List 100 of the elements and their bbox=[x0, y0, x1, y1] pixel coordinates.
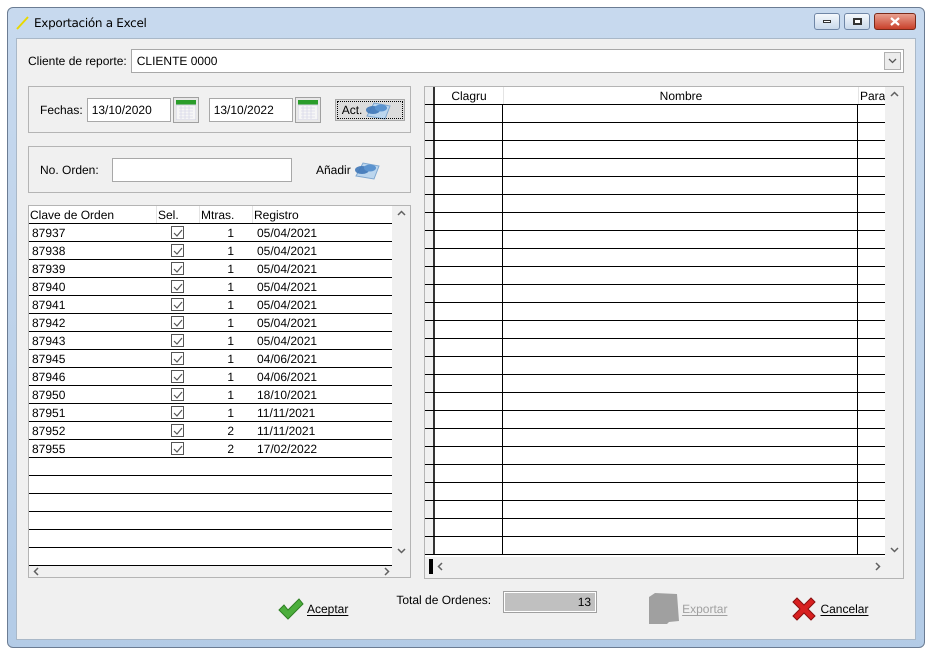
scroll-thumb[interactable] bbox=[429, 559, 433, 574]
refresh-button[interactable]: Act. bbox=[334, 98, 405, 120]
row-header[interactable] bbox=[425, 159, 435, 176]
empty-row[interactable] bbox=[425, 195, 885, 213]
empty-row[interactable] bbox=[425, 105, 885, 123]
empty-row[interactable] bbox=[425, 465, 885, 483]
row-checkbox[interactable] bbox=[171, 334, 184, 347]
order-row[interactable]: 87941 1 05/04/2021 bbox=[29, 296, 392, 314]
order-row[interactable]: 87955 2 17/02/2022 bbox=[29, 440, 392, 458]
row-header[interactable] bbox=[425, 123, 435, 140]
order-row[interactable]: 87940 1 05/04/2021 bbox=[29, 278, 392, 296]
table-cell-text: 1 bbox=[226, 260, 235, 278]
order-row[interactable]: 87942 1 05/04/2021 bbox=[29, 314, 392, 332]
empty-row[interactable] bbox=[425, 321, 885, 339]
empty-row[interactable] bbox=[425, 537, 885, 555]
order-row[interactable]: 87952 2 11/11/2021 bbox=[29, 422, 392, 440]
column-header[interactable]: Nombre bbox=[503, 87, 858, 104]
order-row[interactable]: 87939 1 05/04/2021 bbox=[29, 260, 392, 278]
table-cell-text: 87952 bbox=[31, 422, 66, 440]
order-label: No. Orden: bbox=[40, 162, 100, 178]
row-checkbox[interactable] bbox=[171, 262, 184, 275]
row-header[interactable] bbox=[425, 141, 435, 158]
from-date-field[interactable]: 13/10/2020 bbox=[86, 98, 171, 122]
row-checkbox[interactable] bbox=[171, 424, 184, 437]
row-header[interactable] bbox=[425, 411, 435, 428]
client-dropdown[interactable]: CLIENTE 0000 bbox=[130, 49, 904, 73]
close-button[interactable] bbox=[874, 12, 916, 30]
empty-row[interactable] bbox=[425, 267, 885, 285]
empty-row[interactable] bbox=[425, 519, 885, 537]
row-header[interactable] bbox=[425, 537, 435, 554]
empty-row[interactable] bbox=[425, 303, 885, 321]
row-header[interactable] bbox=[425, 285, 435, 302]
empty-row[interactable] bbox=[425, 339, 885, 357]
order-number-field[interactable] bbox=[112, 158, 292, 182]
order-row[interactable]: 87937 1 05/04/2021 bbox=[29, 224, 392, 242]
empty-row[interactable] bbox=[425, 429, 885, 447]
row-checkbox[interactable] bbox=[171, 406, 184, 419]
row-header[interactable] bbox=[425, 375, 435, 392]
maximize-button[interactable] bbox=[844, 12, 870, 30]
column-header[interactable]: Clagru bbox=[435, 87, 503, 104]
row-header[interactable] bbox=[425, 519, 435, 536]
row-checkbox[interactable] bbox=[171, 316, 184, 329]
row-checkbox[interactable] bbox=[171, 388, 184, 401]
row-header[interactable] bbox=[425, 321, 435, 338]
row-checkbox[interactable] bbox=[171, 280, 184, 293]
to-date-field[interactable]: 13/10/2022 bbox=[208, 98, 293, 122]
add-button[interactable]: Añadir bbox=[316, 160, 381, 180]
accept-button[interactable]: Aceptar bbox=[278, 598, 348, 620]
row-checkbox[interactable] bbox=[171, 442, 184, 455]
order-row[interactable]: 87951 1 11/11/2021 bbox=[29, 404, 392, 422]
order-row[interactable]: 87943 1 05/04/2021 bbox=[29, 332, 392, 350]
table-cell-text: 87943 bbox=[31, 332, 66, 350]
row-header[interactable] bbox=[425, 267, 435, 284]
row-checkbox[interactable] bbox=[171, 352, 184, 365]
order-row[interactable]: 87938 1 05/04/2021 bbox=[29, 242, 392, 260]
empty-row[interactable] bbox=[425, 483, 885, 501]
row-header[interactable] bbox=[425, 213, 435, 230]
row-header[interactable] bbox=[425, 465, 435, 482]
empty-row[interactable] bbox=[425, 141, 885, 159]
empty-row[interactable] bbox=[425, 285, 885, 303]
row-header[interactable] bbox=[425, 339, 435, 356]
table-cell-text: 05/04/2021 bbox=[256, 242, 318, 260]
empty-row[interactable] bbox=[425, 447, 885, 465]
calendar-button[interactable] bbox=[294, 96, 321, 122]
cancel-button[interactable]: Cancelar bbox=[791, 596, 868, 622]
empty-row[interactable] bbox=[425, 357, 885, 375]
row-header[interactable] bbox=[425, 447, 435, 464]
row-header[interactable] bbox=[425, 393, 435, 410]
row-checkbox[interactable] bbox=[171, 244, 184, 257]
empty-row[interactable] bbox=[425, 177, 885, 195]
empty-row[interactable] bbox=[425, 249, 885, 267]
row-header[interactable] bbox=[425, 231, 435, 248]
row-header[interactable] bbox=[425, 105, 435, 122]
row-header[interactable] bbox=[425, 195, 435, 212]
row-header[interactable] bbox=[425, 429, 435, 446]
empty-row[interactable] bbox=[425, 393, 885, 411]
empty-row[interactable] bbox=[425, 159, 885, 177]
row-header[interactable] bbox=[425, 501, 435, 518]
row-header[interactable] bbox=[425, 177, 435, 194]
order-row[interactable]: 87946 1 04/06/2021 bbox=[29, 368, 392, 386]
order-row[interactable]: 87945 1 04/06/2021 bbox=[29, 350, 392, 368]
empty-row[interactable] bbox=[425, 375, 885, 393]
empty-row[interactable] bbox=[425, 213, 885, 231]
row-header[interactable] bbox=[425, 357, 435, 374]
empty-row[interactable] bbox=[425, 123, 885, 141]
table-cell-text: 87941 bbox=[31, 296, 66, 314]
row-checkbox[interactable] bbox=[171, 226, 184, 239]
row-checkbox[interactable] bbox=[171, 370, 184, 383]
row-header[interactable] bbox=[425, 303, 435, 320]
empty-row[interactable] bbox=[425, 501, 885, 519]
empty-row[interactable] bbox=[425, 411, 885, 429]
minimize-button[interactable] bbox=[814, 12, 840, 30]
row-checkbox[interactable] bbox=[171, 298, 184, 311]
order-row[interactable]: 87950 1 18/10/2021 bbox=[29, 386, 392, 404]
empty-row[interactable] bbox=[425, 231, 885, 249]
table-cell-text: 1 bbox=[226, 368, 235, 386]
row-header[interactable] bbox=[425, 483, 435, 500]
calendar-button[interactable] bbox=[172, 96, 199, 122]
row-header[interactable] bbox=[425, 249, 435, 266]
cross-icon bbox=[791, 596, 818, 622]
